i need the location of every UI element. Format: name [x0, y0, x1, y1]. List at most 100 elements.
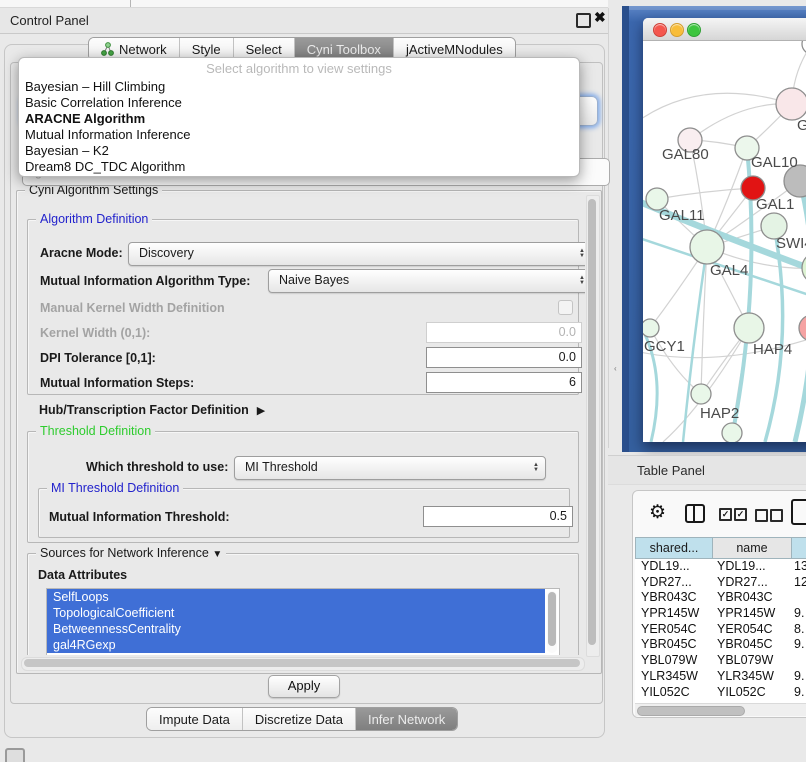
tab-impute-data[interactable]: Impute Data	[147, 708, 242, 730]
tab-discretize-data[interactable]: Discretize Data	[242, 708, 355, 730]
scrollbar-thumb[interactable]	[24, 659, 580, 667]
table-cell[interactable]: 13	[792, 559, 806, 575]
settings-horizontal-scrollbar[interactable]	[21, 657, 585, 671]
table-row[interactable]: YDL19...YDL19...13	[635, 559, 806, 575]
table-cell[interactable]: YDL19...	[635, 559, 713, 575]
table-cell[interactable]: YDR27...	[635, 575, 713, 591]
menu-item[interactable]: Mutual Information Inference	[25, 127, 190, 142]
table-cell[interactable]: YBL079W	[713, 653, 792, 669]
table-body[interactable]: YDL19...YDL19...13YDR27...YDR27...12YBR0…	[635, 559, 806, 703]
menu-item-highlighted[interactable]: ARACNE Algorithm	[25, 111, 145, 126]
table-cell[interactable]: YPR145W	[635, 606, 713, 622]
list-item[interactable]: gal4RGexp	[47, 637, 545, 653]
table-cell[interactable]: 8.	[792, 622, 806, 638]
settings-vertical-scrollbar[interactable]	[586, 195, 600, 657]
deselect-all-icon[interactable]	[770, 509, 783, 522]
split-view-icon[interactable]	[685, 504, 705, 523]
table-row[interactable]: YPR145WYPR145W9.	[635, 606, 806, 622]
manual-kernel-checkbox[interactable]	[558, 300, 573, 315]
scrollbar-thumb[interactable]	[637, 706, 745, 716]
table-cell[interactable]: YBR043C	[713, 590, 792, 606]
network-node[interactable]	[802, 41, 806, 54]
hub-definition-disclosure[interactable]: Hub/Transcription Factor Definition▶	[39, 401, 265, 419]
network-node[interactable]	[690, 230, 724, 264]
table-row[interactable]: YBR043CYBR043C	[635, 590, 806, 606]
network-window-titlebar[interactable]	[643, 18, 806, 41]
list-item[interactable]: SelfLoops	[47, 589, 545, 605]
dpi-tolerance-field[interactable]: 0.0	[426, 347, 582, 368]
network-node[interactable]	[776, 88, 806, 120]
kernel-width-field[interactable]: 0.0	[426, 322, 582, 343]
table-cell[interactable]: YLR345W	[635, 669, 713, 685]
table-cell[interactable]	[792, 590, 806, 606]
select-all-icon[interactable]: ✓	[734, 508, 747, 521]
deselect-all-icon[interactable]	[755, 509, 768, 522]
network-node[interactable]	[691, 384, 711, 404]
network-node[interactable]	[734, 313, 764, 343]
list-item[interactable]: TopologicalCoefficient	[47, 605, 545, 621]
table-cell[interactable]: YDL19...	[713, 559, 792, 575]
which-threshold-combobox[interactable]: MI Threshold ▲▼	[234, 456, 546, 480]
table-cell[interactable]: YLR345W	[713, 669, 792, 685]
menu-item[interactable]: Bayesian – Hill Climbing	[25, 79, 165, 94]
table-cell[interactable]: 9.	[792, 685, 806, 701]
table-row[interactable]: YER054CYER054C8.	[635, 622, 806, 638]
table-cell[interactable]: YBL079W	[635, 653, 713, 669]
aracne-mode-combobox[interactable]: Discovery ▲▼	[128, 242, 585, 266]
column-header-name[interactable]: name	[713, 537, 792, 559]
table-row[interactable]: YLR345WYLR345W9.	[635, 669, 806, 685]
menu-item[interactable]: Basic Correlation Inference	[25, 95, 182, 110]
gear-icon[interactable]: ⚙	[649, 501, 666, 524]
close-window-icon[interactable]	[653, 23, 667, 37]
list-item[interactable]: BetweennessCentrality	[47, 621, 545, 637]
table-cell[interactable]: 12	[792, 575, 806, 591]
zoom-window-icon[interactable]	[687, 23, 701, 37]
minimize-window-icon[interactable]	[670, 23, 684, 37]
table-cell[interactable]: YBR045C	[635, 637, 713, 653]
table-cell[interactable]: YBR045C	[713, 637, 792, 653]
collapsed-panel-icon[interactable]	[5, 748, 25, 762]
panel-splitter[interactable]	[608, 8, 609, 448]
sources-legend[interactable]: Sources for Network Inference ▼	[36, 546, 226, 560]
table-row[interactable]: YBR045CYBR045C9.	[635, 637, 806, 653]
table-row[interactable]: YBL079WYBL079W	[635, 653, 806, 669]
table-row[interactable]: YDR27...YDR27...12	[635, 575, 806, 591]
table-cell[interactable]: YPR145W	[713, 606, 792, 622]
attributes-scrollbar[interactable]	[547, 591, 557, 653]
table-cell[interactable]: YIL052C	[713, 685, 792, 701]
table-cell[interactable]	[792, 653, 806, 669]
mi-threshold-field[interactable]: 0.5	[423, 506, 573, 527]
table-horizontal-scrollbar[interactable]	[635, 703, 806, 716]
table-cell[interactable]: YBR043C	[635, 590, 713, 606]
select-all-icon[interactable]: ✓	[719, 508, 732, 521]
network-node[interactable]	[643, 319, 659, 337]
float-panel-button[interactable]	[576, 13, 591, 28]
data-attributes-list[interactable]: SelfLoops TopologicalCoefficient Between…	[46, 588, 560, 655]
table-cell[interactable]: YDR27...	[713, 575, 792, 591]
table-cell[interactable]: YER054C	[635, 622, 713, 638]
splitter-collapse-icon[interactable]: ‹	[614, 364, 617, 373]
column-header-partial[interactable]	[792, 537, 806, 559]
mi-steps-field[interactable]: 6	[426, 372, 582, 393]
scrollbar-thumb[interactable]	[548, 592, 556, 646]
network-node[interactable]	[799, 315, 806, 341]
table-cell[interactable]: YIL052C	[635, 685, 713, 701]
mi-type-combobox[interactable]: Naive Bayes ▲▼	[268, 269, 585, 293]
network-node[interactable]	[722, 423, 742, 442]
network-window[interactable]: GALGAL80GAL10GAL1GAL11SWI4GAL4GCY1HAP4YH…	[643, 18, 806, 442]
table-cell[interactable]: 9.	[792, 669, 806, 685]
menu-item[interactable]: Bayesian – K2	[25, 143, 109, 158]
table-cell[interactable]: 9.	[792, 606, 806, 622]
network-node[interactable]	[802, 252, 806, 284]
scrollbar-thumb[interactable]	[588, 199, 596, 645]
column-header-shared-name[interactable]: shared...	[635, 537, 713, 559]
network-canvas[interactable]: GALGAL80GAL10GAL1GAL11SWI4GAL4GCY1HAP4YH…	[643, 41, 806, 442]
tab-infer-network[interactable]: Infer Network	[355, 708, 457, 730]
apply-button[interactable]: Apply	[268, 675, 340, 698]
table-cell[interactable]: 9.	[792, 637, 806, 653]
table-row[interactable]: YIL052CYIL052C9.	[635, 685, 806, 701]
menu-item[interactable]: Dream8 DC_TDC Algorithm	[25, 159, 185, 174]
table-cell[interactable]: YER054C	[713, 622, 792, 638]
document-icon[interactable]	[791, 499, 806, 525]
close-panel-button[interactable]: ✖	[594, 9, 606, 26]
